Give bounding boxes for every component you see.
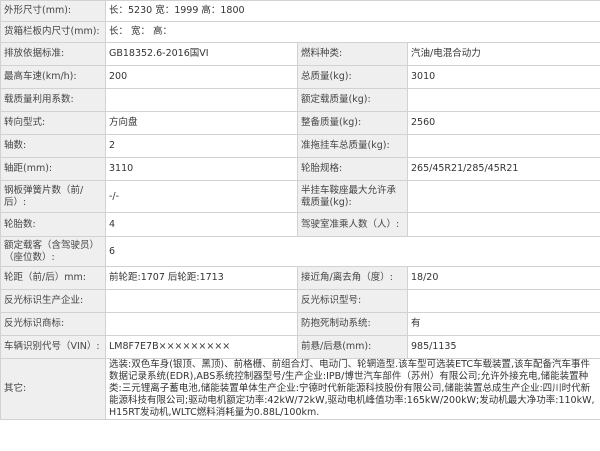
spec-value: -/-: [105, 180, 298, 213]
spec-value: 18/20: [406, 266, 600, 290]
other-value: 选装:双色车身(银顶、黑顶)、前格栅、前组合灯、电动门、轮辋造型.该车型可选装E…: [104, 358, 600, 420]
spec-row: 转向型式: 方向盘 整备质量(kg): 2560: [0, 111, 600, 135]
spec-value: [105, 312, 298, 336]
spec-value: 985/1135: [406, 335, 600, 359]
spec-row: 钢板弹簧片数（前/后）: -/- 半挂车鞍座最大允许承载质量(kg):: [0, 180, 600, 213]
spec-label: 燃料种类:: [297, 42, 408, 66]
spec-value: 4: [105, 212, 298, 237]
spec-label: 接近角/离去角（度）:: [297, 266, 408, 290]
spec-value: 方向盘: [105, 111, 298, 135]
spec-label: 驾驶室准乘人数（人）:: [297, 212, 408, 237]
spec-label: 额定载质量(kg):: [297, 88, 408, 112]
spec-label: 轮距（前/后）mm:: [0, 266, 106, 290]
spec-label: 钢板弹簧片数（前/后）:: [0, 180, 106, 213]
spec-value: 6: [104, 236, 600, 267]
spec-value: [406, 88, 600, 112]
spec-value: 长：5230 宽：1999 高：1800: [104, 0, 600, 22]
spec-label: 轴距(mm):: [0, 157, 106, 181]
spec-row: 轮距（前/后）mm: 前轮距:1707 后轮距:1713 接近角/离去角（度）: 18…: [0, 266, 600, 290]
spec-value: [406, 212, 600, 237]
other-label: 其它:: [0, 358, 106, 420]
spec-value: 前轮距:1707 后轮距:1713: [105, 266, 298, 290]
spec-label: 排放依据标准:: [0, 42, 106, 66]
spec-row: 反光标识商标: 防抱死制动系统: 有: [0, 312, 600, 336]
spec-label: 车辆识别代号（VIN）:: [0, 335, 106, 359]
spec-label: 最高车速(km/h):: [0, 65, 106, 89]
spec-label: 防抱死制动系统:: [297, 312, 408, 336]
spec-label: 前悬/后悬(mm):: [297, 335, 408, 359]
spec-value: [406, 289, 600, 313]
spec-label: 货箱栏板内尺寸(mm):: [0, 21, 106, 43]
spec-value: 3110: [105, 157, 298, 181]
spec-label: 整备质量(kg):: [297, 111, 408, 135]
vehicle-spec-table: 外形尺寸(mm): 长：5230 宽：1999 高：1800 货箱栏板内尺寸(mm)…: [0, 0, 600, 420]
spec-value: 汽油/电混合动力: [406, 42, 600, 66]
spec-value: [105, 289, 298, 313]
spec-label: 外形尺寸(mm):: [0, 0, 106, 22]
spec-label: 额定载客（含驾驶员）（座位数）:: [0, 236, 106, 267]
spec-label: 反光标识型号:: [297, 289, 408, 313]
spec-value: LM8F7E7B×××××××××: [105, 335, 298, 359]
spec-label: 半挂车鞍座最大允许承载质量(kg):: [297, 180, 408, 213]
spec-label: 转向型式:: [0, 111, 106, 135]
spec-label: 轮胎规格:: [297, 157, 408, 181]
spec-label: 载质量利用系数:: [0, 88, 106, 112]
spec-value: 2: [105, 134, 298, 158]
spec-row: 额定载客（含驾驶员）（座位数）: 6: [0, 236, 600, 267]
spec-row: 载质量利用系数: 额定载质量(kg):: [0, 88, 600, 112]
spec-row: 轴距(mm): 3110 轮胎规格: 265/45R21/285/45R21: [0, 157, 600, 181]
spec-value: [406, 180, 600, 213]
spec-value: 265/45R21/285/45R21: [406, 157, 600, 181]
spec-label: 反光标识生产企业:: [0, 289, 106, 313]
spec-row: 车辆识别代号（VIN）: LM8F7E7B××××××××× 前悬/后悬(mm): 9…: [0, 335, 600, 359]
spec-row: 轮胎数: 4 驾驶室准乘人数（人）:: [0, 212, 600, 237]
spec-row: 排放依据标准: GB18352.6-2016国VI 燃料种类: 汽油/电混合动力: [0, 42, 600, 66]
spec-label: 反光标识商标:: [0, 312, 106, 336]
spec-value: GB18352.6-2016国VI: [105, 42, 298, 66]
spec-row: 其它: 选装:双色车身(银顶、黑顶)、前格栅、前组合灯、电动门、轮辋造型.该车型可…: [0, 358, 600, 420]
spec-label: 轮胎数:: [0, 212, 106, 237]
spec-value: [406, 134, 600, 158]
spec-value: [105, 88, 298, 112]
spec-value: 2560: [406, 111, 600, 135]
spec-value: 200: [105, 65, 298, 89]
spec-value: 长： 宽： 高：: [104, 21, 600, 43]
spec-value: 3010: [406, 65, 600, 89]
spec-row: 货箱栏板内尺寸(mm): 长： 宽： 高：: [0, 21, 600, 43]
spec-value: 有: [406, 312, 600, 336]
spec-table-body: 外形尺寸(mm): 长：5230 宽：1999 高：1800 货箱栏板内尺寸(mm)…: [0, 0, 600, 420]
spec-row: 最高车速(km/h): 200 总质量(kg): 3010: [0, 65, 600, 89]
spec-label: 轴数:: [0, 134, 106, 158]
spec-row: 反光标识生产企业: 反光标识型号:: [0, 289, 600, 313]
spec-label: 总质量(kg):: [297, 65, 408, 89]
spec-row: 外形尺寸(mm): 长：5230 宽：1999 高：1800: [0, 0, 600, 22]
spec-row: 轴数: 2 准拖挂车总质量(kg):: [0, 134, 600, 158]
spec-label: 准拖挂车总质量(kg):: [297, 134, 408, 158]
